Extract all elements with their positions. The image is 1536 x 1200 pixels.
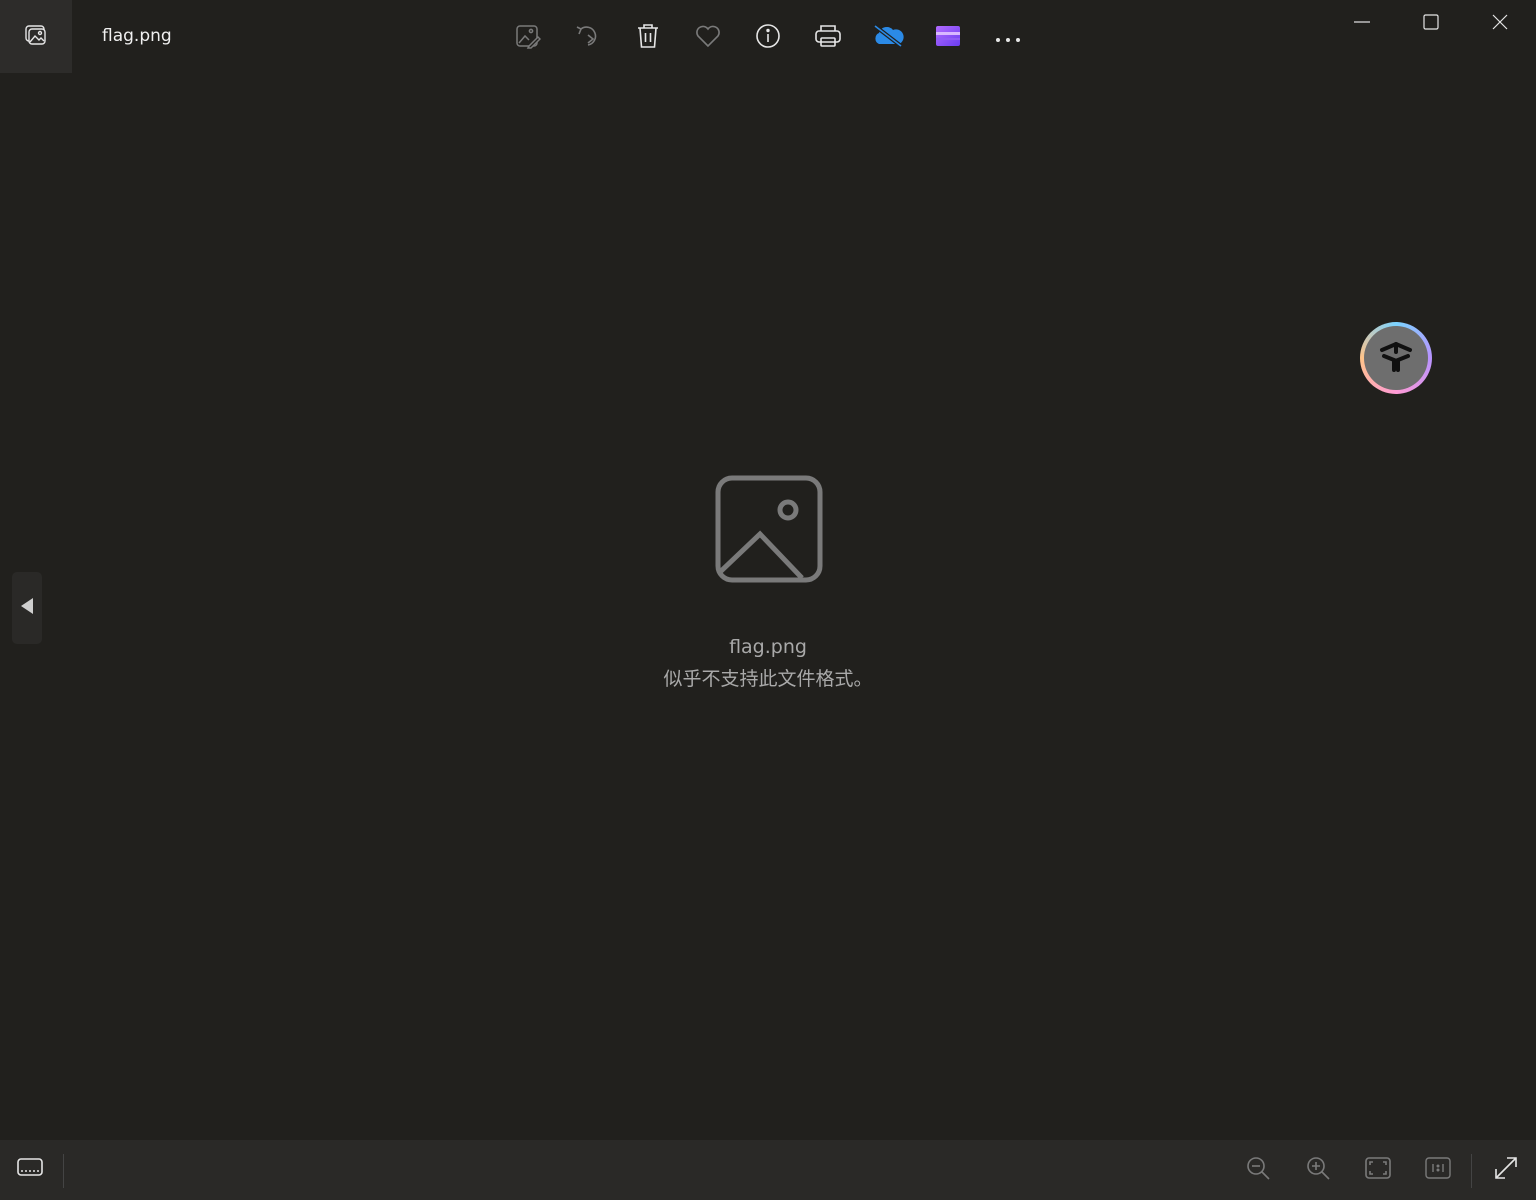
more-options-button[interactable] — [986, 16, 1030, 60]
print-icon — [814, 23, 842, 53]
zoom-in-icon — [1305, 1155, 1331, 1185]
delete-icon — [636, 23, 660, 53]
unsupported-image-icon — [714, 474, 824, 588]
toolbar-divider — [1471, 1154, 1472, 1188]
edit-image-icon — [515, 23, 542, 53]
unsupported-format-message: 似乎不支持此文件格式。 — [663, 668, 873, 690]
photos-app-window: flag.png flag.png 似乎不支持此文件格式。 — [0, 0, 1536, 1200]
actual-size-icon — [1425, 1157, 1451, 1183]
delete-button[interactable] — [626, 16, 670, 60]
chevron-left-icon — [20, 597, 34, 619]
copilot-button[interactable] — [1360, 322, 1432, 394]
app-menu-button[interactable] — [0, 0, 72, 73]
fit-to-window-button[interactable] — [1358, 1150, 1398, 1190]
full-screen-icon — [1493, 1155, 1519, 1185]
edit-image-button[interactable] — [506, 16, 550, 60]
rotate-icon — [575, 23, 601, 53]
actual-size-button[interactable] — [1418, 1150, 1458, 1190]
photos-app-icon — [25, 24, 47, 50]
clipchamp-button[interactable] — [926, 16, 970, 60]
copilot-icon — [1374, 334, 1418, 382]
onedrive-icon — [871, 24, 905, 52]
clipchamp-icon — [935, 24, 961, 52]
maximize-icon — [1423, 14, 1439, 34]
fit-to-window-icon — [1365, 1157, 1391, 1183]
window-title: flag.png — [102, 26, 172, 46]
image-viewer-area: flag.png 似乎不支持此文件格式。 — [0, 74, 1536, 1140]
favorite-button[interactable] — [686, 16, 730, 60]
onedrive-button[interactable] — [866, 16, 910, 60]
print-button[interactable] — [806, 16, 850, 60]
info-icon — [755, 23, 781, 53]
rotate-button[interactable] — [566, 16, 610, 60]
more-icon — [995, 29, 1021, 48]
previous-image-button[interactable] — [12, 572, 42, 644]
heart-icon — [695, 24, 721, 52]
minimize-icon — [1354, 14, 1370, 34]
zoom-in-button[interactable] — [1298, 1150, 1338, 1190]
file-name-label: flag.png — [729, 636, 807, 658]
minimize-button[interactable] — [1328, 0, 1396, 48]
file-info-button[interactable] — [746, 16, 790, 60]
title-bar: flag.png — [0, 0, 1536, 74]
maximize-button[interactable] — [1397, 0, 1465, 48]
close-button[interactable] — [1466, 0, 1534, 48]
bottom-toolbar — [0, 1140, 1536, 1200]
close-icon — [1492, 14, 1508, 34]
toolbar-divider — [63, 1154, 64, 1188]
full-screen-button[interactable] — [1486, 1150, 1526, 1190]
filmstrip-icon — [17, 1158, 43, 1182]
zoom-out-button[interactable] — [1238, 1150, 1278, 1190]
zoom-out-icon — [1245, 1155, 1271, 1185]
filmstrip-toggle-button[interactable] — [10, 1150, 50, 1190]
